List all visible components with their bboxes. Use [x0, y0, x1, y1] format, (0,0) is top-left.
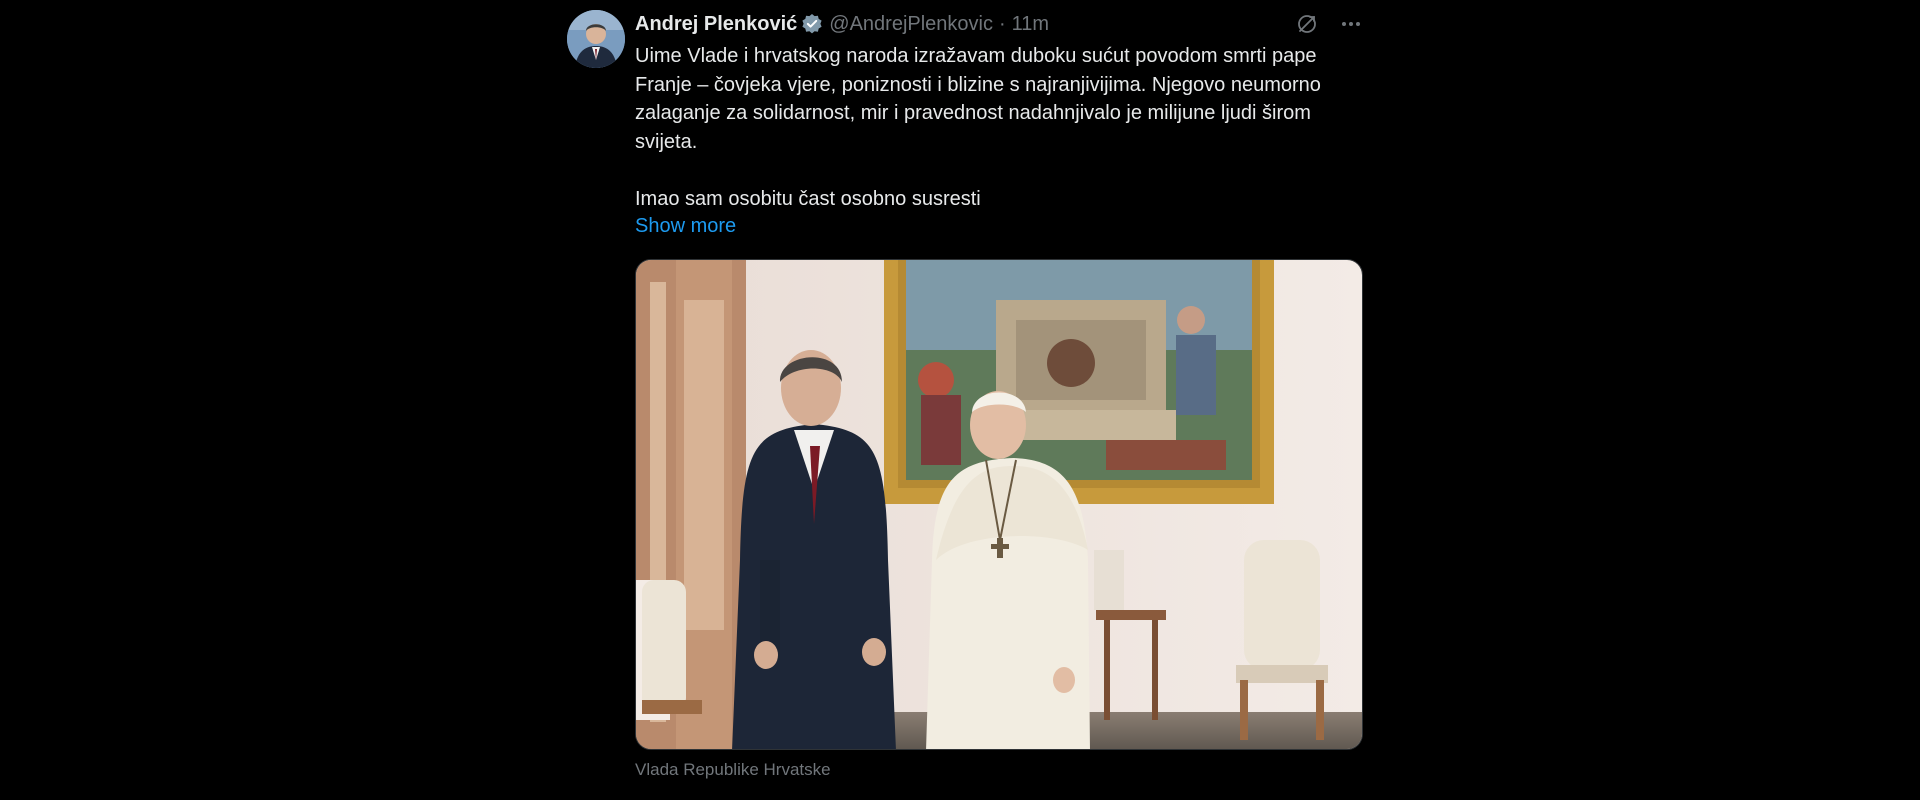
author-name[interactable]: Andrej Plenković	[635, 13, 797, 36]
separator-dot: ·	[999, 12, 1006, 35]
tweet-actions	[1295, 10, 1363, 38]
timestamp[interactable]: 11m	[1012, 13, 1049, 36]
author-handle[interactable]: @AndrejPlenkovic	[829, 13, 993, 36]
tweet[interactable]: Andrej Plenković @AndrejPlenkovic · 11m	[567, 0, 1363, 800]
tweet-text: Uime Vlade i hrvatskog naroda izražavam …	[635, 45, 1321, 210]
tweet-photo[interactable]	[635, 259, 1363, 750]
tweet-header: Andrej Plenković @AndrejPlenkovic · 11m	[635, 10, 1049, 38]
avatar[interactable]	[567, 10, 625, 68]
photo-credit: Vlada Republike Hrvatske	[635, 760, 831, 779]
show-more-link[interactable]: Show more	[635, 212, 736, 240]
more-options-icon[interactable]	[1339, 12, 1363, 36]
grok-icon[interactable]	[1295, 12, 1319, 36]
verified-badge-icon	[801, 13, 823, 35]
